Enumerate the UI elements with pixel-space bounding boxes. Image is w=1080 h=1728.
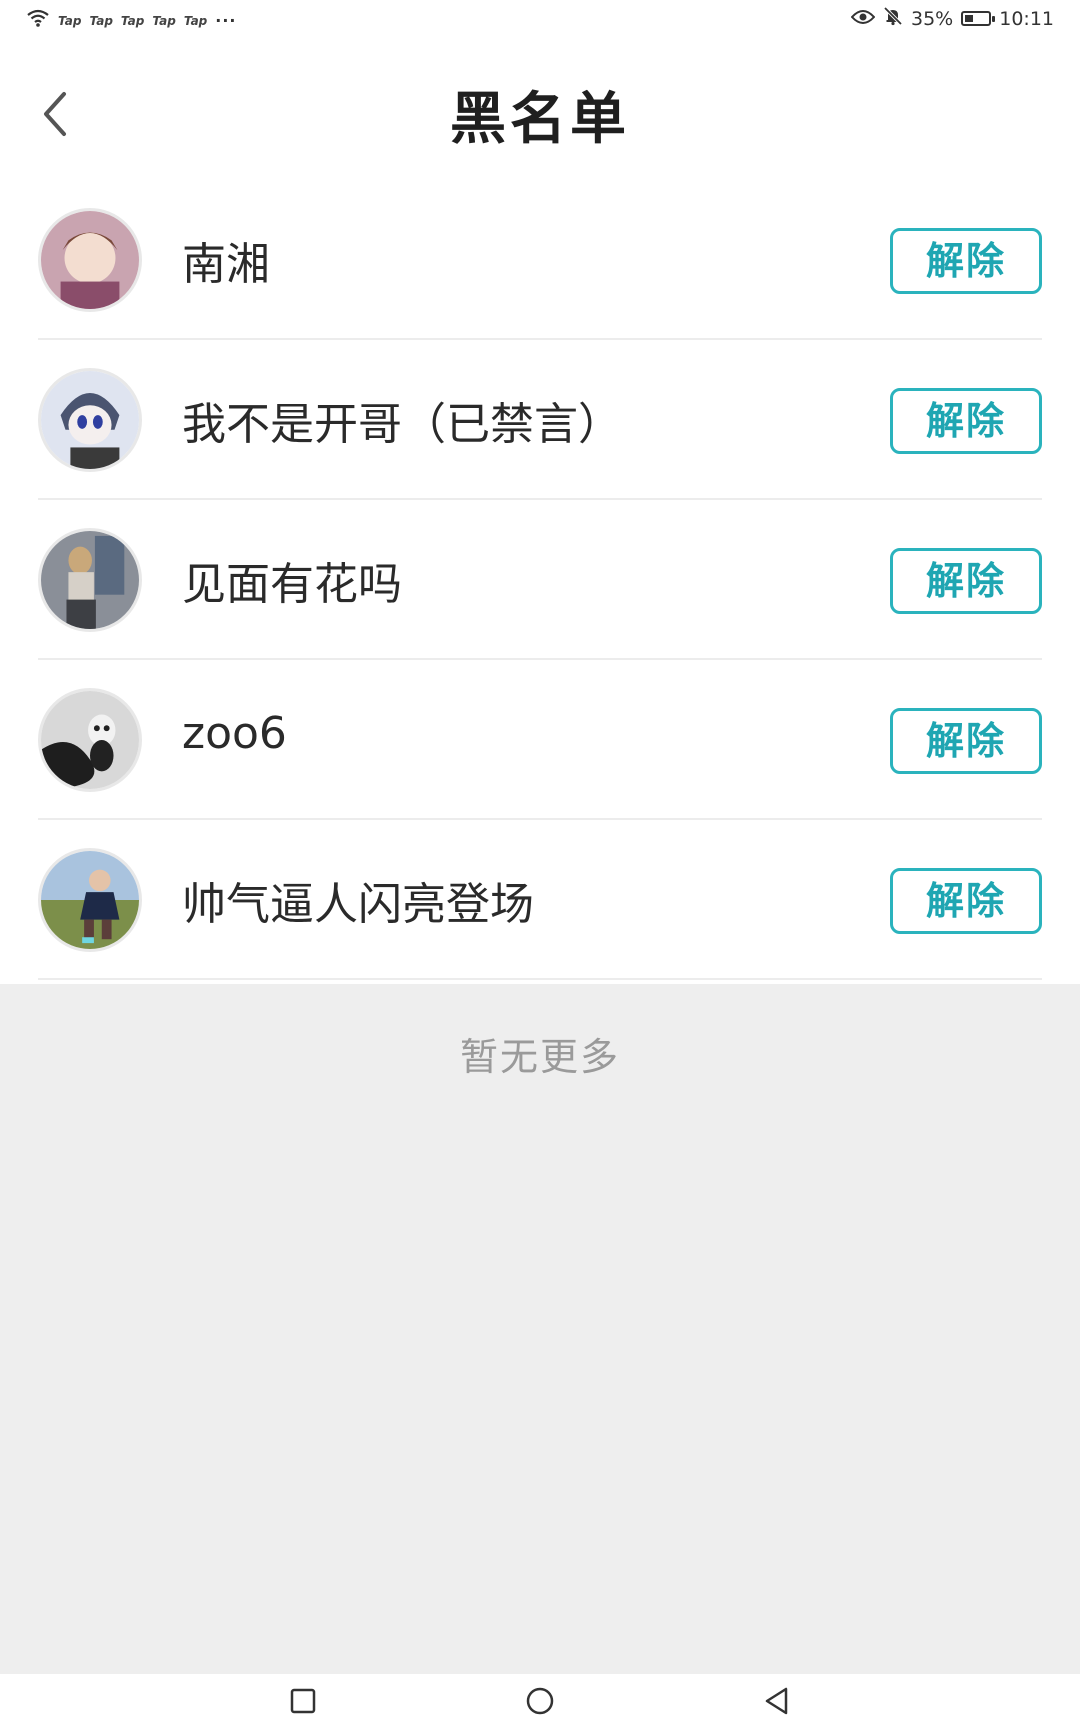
username: 南湘 [182, 239, 270, 290]
back-nav-button[interactable] [760, 1684, 794, 1718]
list-item: 我不是开哥（已禁言） 解除 [0, 340, 1080, 500]
no-more-text: 暂无更多 [459, 1035, 620, 1079]
blacklist: 南湘 解除 我不是开哥（已禁言） 解除 见面有花吗 解除 zoo6 解除 帅气逼… [0, 180, 1080, 980]
avatar-image [41, 211, 139, 309]
unblock-button[interactable]: 解除 [890, 868, 1042, 934]
avatar-image [41, 851, 139, 949]
circle-icon [526, 1687, 554, 1715]
avatar[interactable] [38, 528, 142, 632]
avatar-image [41, 531, 139, 629]
bell-muted-icon [883, 6, 903, 31]
unblock-button[interactable]: 解除 [890, 388, 1042, 454]
avatar[interactable] [38, 368, 142, 472]
system-nav-bar [0, 1674, 1080, 1728]
page-title: 黑名单 [450, 87, 630, 152]
avatar-image [41, 691, 139, 789]
unblock-button[interactable]: 解除 [890, 708, 1042, 774]
username: 我不是开哥（已禁言） [182, 399, 622, 450]
notification-tap: Tap [120, 13, 145, 28]
header: 黑名单 [0, 44, 1080, 174]
unblock-button[interactable]: 解除 [890, 228, 1042, 294]
triangle-back-icon [765, 1687, 788, 1715]
home-button[interactable] [523, 1684, 557, 1718]
more-notifications-icon: ··· [215, 11, 237, 30]
notification-tap: Tap [183, 13, 208, 28]
notification-tap: Tap [89, 13, 113, 28]
wifi-icon [26, 8, 50, 33]
list-item: 帅气逼人闪亮登场 解除 [0, 820, 1080, 980]
list-item: zoo6 解除 [0, 660, 1080, 820]
eye-icon [850, 8, 876, 30]
battery-icon [961, 11, 996, 26]
clock: 10:11 [999, 7, 1054, 30]
avatar[interactable] [38, 688, 142, 792]
notification-tap: Tap [58, 13, 82, 28]
battery-percent: 35% [911, 7, 954, 30]
username: 见面有花吗 [182, 559, 402, 610]
avatar[interactable] [38, 208, 142, 312]
avatar-image [41, 371, 139, 469]
username: zoo6 [182, 708, 287, 759]
username: 帅气逼人闪亮登场 [182, 879, 534, 930]
list-item: 南湘 解除 [0, 180, 1080, 340]
recents-button[interactable] [286, 1684, 320, 1718]
avatar[interactable] [38, 848, 142, 952]
notification-tap: Tap [152, 13, 176, 28]
status-left: Tap Tap Tap Tap Tap ··· [26, 8, 237, 33]
status-right: 35% 10:11 [850, 6, 1054, 31]
divider [38, 978, 1042, 980]
square-icon [290, 1688, 316, 1714]
list-item: 见面有花吗 解除 [0, 500, 1080, 660]
list-footer: 暂无更多 [0, 984, 1080, 1674]
unblock-button[interactable]: 解除 [890, 548, 1042, 614]
status-bar: Tap Tap Tap Tap Tap ··· 35% 10:11 [0, 0, 1080, 44]
